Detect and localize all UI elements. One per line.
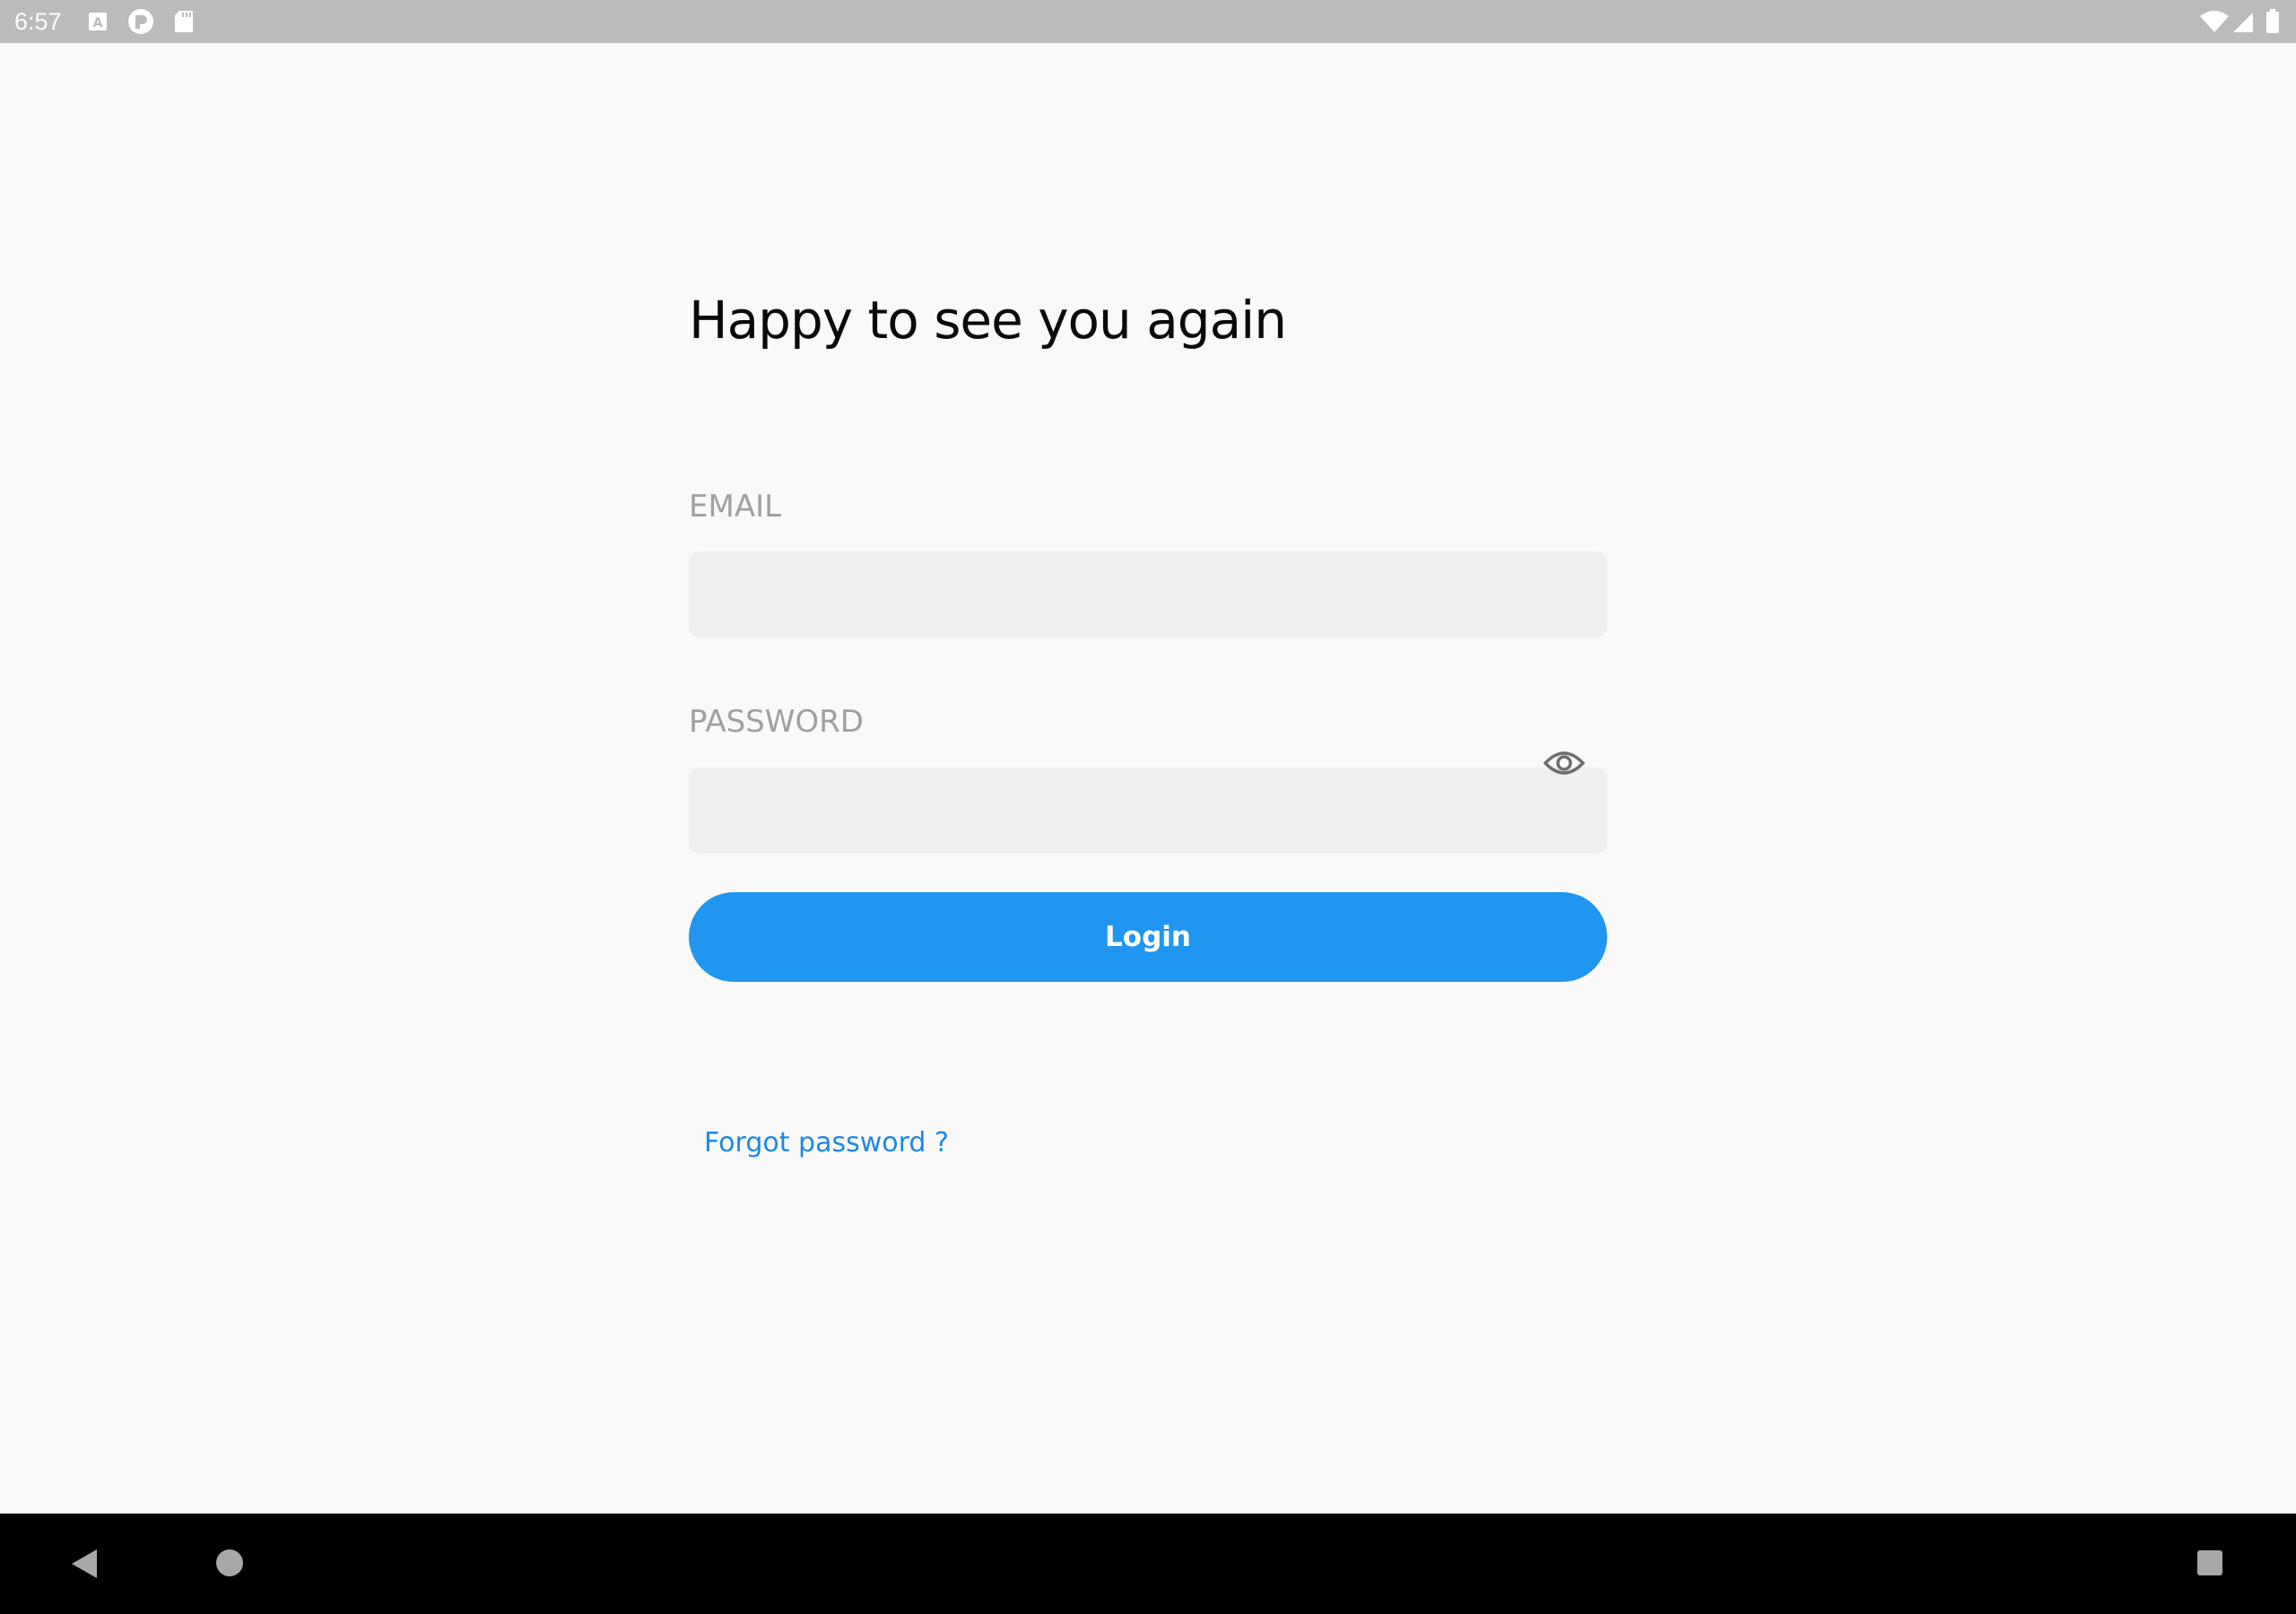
- navigation-bar: [0, 1514, 2296, 1614]
- status-bar: 6:57 A: [0, 0, 2296, 43]
- a-keyboard-icon: A: [88, 9, 108, 34]
- circle-p-icon: [127, 9, 154, 34]
- sd-card-icon: [174, 9, 194, 34]
- email-field[interactable]: [689, 551, 1607, 638]
- home-icon[interactable]: [214, 1548, 245, 1582]
- forgot-password-link[interactable]: Forgot password ?: [704, 1126, 949, 1160]
- wifi-icon: [2199, 9, 2230, 34]
- login-button[interactable]: Login: [689, 892, 1607, 982]
- password-field[interactable]: [689, 768, 1607, 854]
- back-icon[interactable]: [70, 1548, 99, 1584]
- password-label: PASSWORD: [689, 704, 864, 740]
- eye-icon: [1543, 749, 1586, 781]
- svg-text:A: A: [93, 16, 103, 30]
- battery-icon: [2266, 9, 2280, 34]
- status-time: 6:57: [14, 8, 62, 35]
- email-label: EMAIL: [689, 489, 782, 525]
- toggle-password-visibility-button[interactable]: [1541, 745, 1587, 785]
- page-title: Happy to see you again: [689, 290, 1287, 351]
- recents-icon[interactable]: [2196, 1549, 2224, 1581]
- cellular-signal-icon: [2231, 9, 2255, 34]
